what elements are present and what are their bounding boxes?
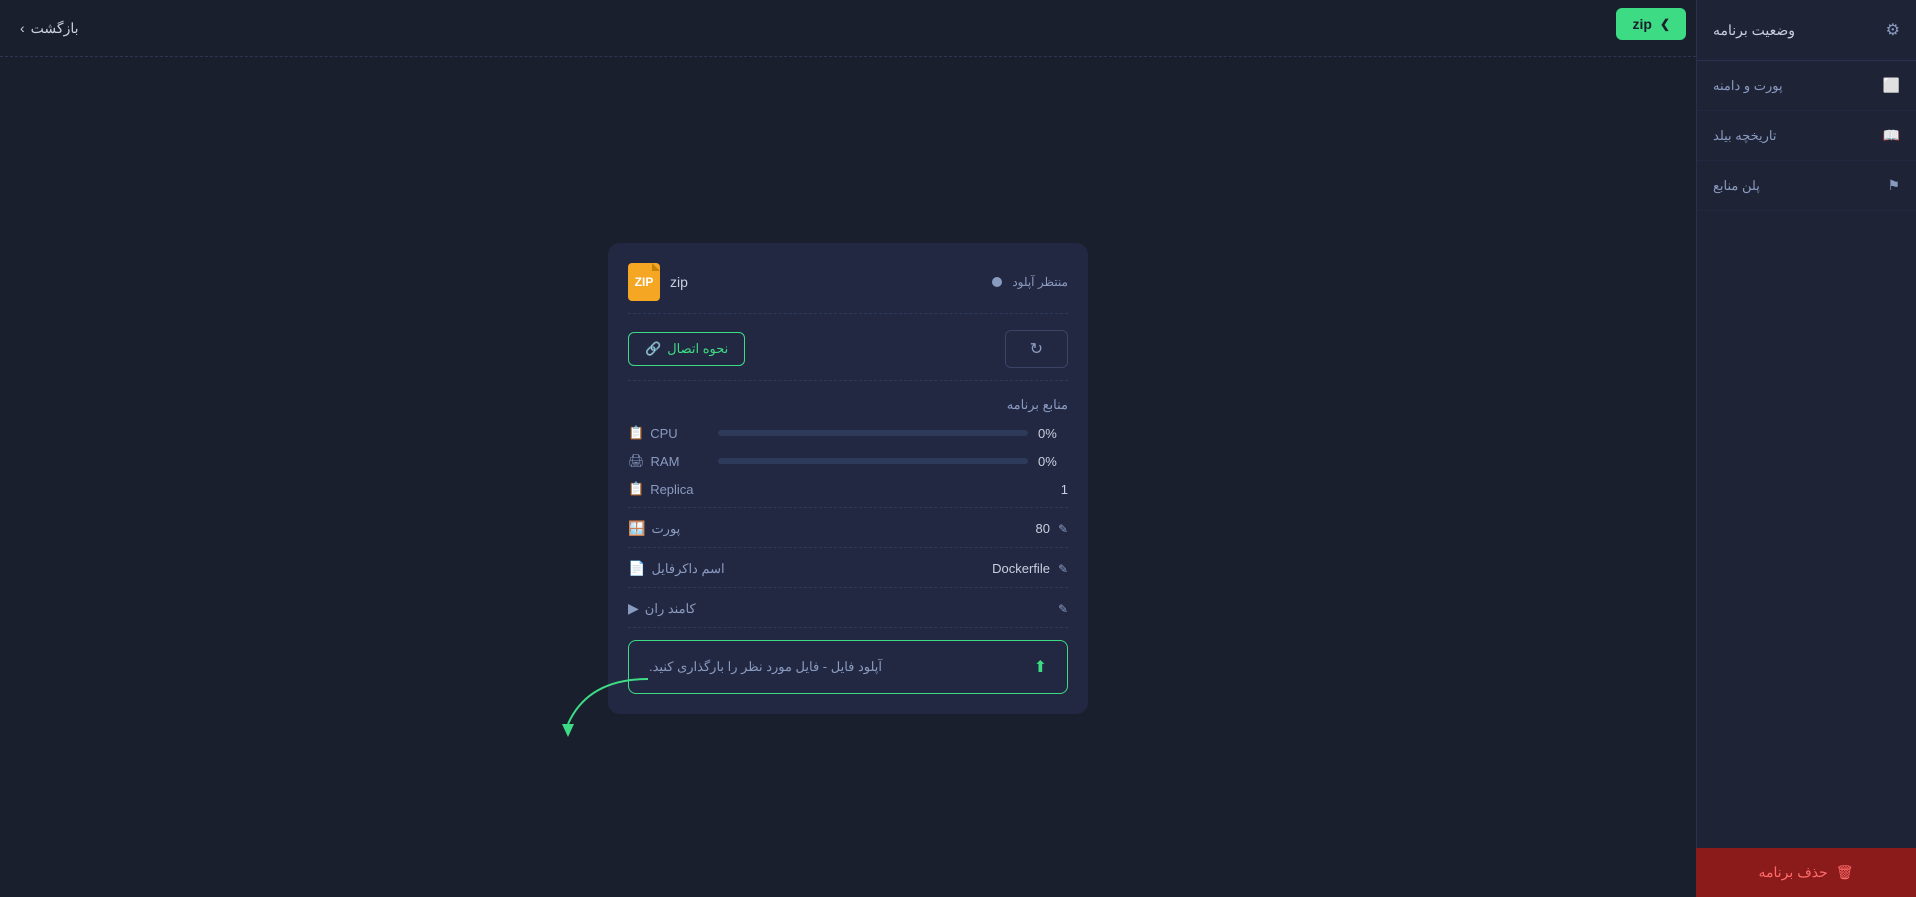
- connect-button[interactable]: نحوه اتصال 🔗: [628, 332, 745, 366]
- top-bar-right: بازگشت ›: [20, 20, 79, 37]
- replica-label-text: Replica: [650, 482, 693, 497]
- run-right: کامند ران ▶: [628, 600, 696, 617]
- card-header-right: منتظر آپلود: [992, 275, 1068, 289]
- port-label-text: پورت: [651, 521, 680, 537]
- zip-file-icon: ZIP: [628, 263, 660, 301]
- sidebar-port-label: پورت و دامنه: [1713, 78, 1783, 94]
- upload-icon: ⬆: [1034, 657, 1047, 677]
- card-header: منتظر آپلود zip ZIP: [628, 263, 1068, 314]
- run-left: ✎: [1050, 602, 1068, 616]
- dockerfile-row: ✎ Dockerfile اسم داکرفایل 📄: [628, 560, 1068, 588]
- dockerfile-label-text: اسم داکرفایل: [651, 561, 724, 577]
- resources-title: منابع برنامه: [628, 397, 1068, 413]
- header-zip: zip ZIP: [628, 263, 688, 301]
- flag-icon: ⚑: [1887, 177, 1900, 194]
- dockerfile-value: Dockerfile: [992, 561, 1050, 576]
- zip-label: zip: [670, 274, 688, 290]
- main-content: منتظر آپلود zip ZIP ↻ نحوه اتصال 🔗: [0, 60, 1696, 897]
- run-icon: ▶: [628, 600, 639, 617]
- port-field-icon: 🪟: [628, 520, 645, 537]
- zip-button-label: zip: [1632, 16, 1651, 32]
- delete-button[interactable]: 🗑 حذف برنامه: [1696, 848, 1916, 897]
- replica-row: 1 Replica 📋: [628, 481, 1068, 508]
- run-row: ✎ کامند ران ▶: [628, 600, 1068, 628]
- replica-icon: 📋: [628, 481, 644, 497]
- status-dot: [992, 277, 1002, 287]
- cpu-label: CPU 📋: [628, 425, 708, 441]
- card-actions: ↻ نحوه اتصال 🔗: [628, 330, 1068, 381]
- delete-label: حذف برنامه: [1759, 864, 1828, 881]
- sidebar-title: وضعیت برنامه: [1713, 22, 1795, 39]
- sidebar-plan-label: پلن منابع: [1713, 178, 1760, 194]
- dockerfile-edit-icon[interactable]: ✎: [1058, 562, 1068, 576]
- cpu-label-text: CPU: [650, 426, 677, 441]
- cpu-progress-bar: [718, 430, 1028, 436]
- run-edit-icon[interactable]: ✎: [1058, 602, 1068, 616]
- sidebar-header: ⚙ وضعیت برنامه: [1697, 0, 1916, 61]
- ram-label-text: RAM: [651, 454, 680, 469]
- dockerfile-right: اسم داکرفایل 📄: [628, 560, 725, 577]
- arrow-svg: [528, 669, 668, 739]
- sidebar-item-plan[interactable]: ⚑ پلن منابع: [1697, 161, 1916, 211]
- sidebar-item-build-history[interactable]: 📖 تاریخچه بیلد: [1697, 111, 1916, 161]
- upload-area[interactable]: ⬆ آپلود فایل - فایل مورد نظر را بارگذاری…: [628, 640, 1068, 694]
- book-icon: 📖: [1883, 127, 1900, 144]
- ram-row: 0% RAM 🖨: [628, 453, 1068, 469]
- cpu-row: 0% CPU 📋: [628, 425, 1068, 441]
- dockerfile-left: ✎ Dockerfile: [992, 561, 1068, 576]
- cpu-icon: 📋: [628, 425, 644, 441]
- cpu-value: 0%: [1038, 426, 1068, 441]
- back-chevron-icon[interactable]: ›: [20, 20, 25, 36]
- sidebar-build-label: تاریخچه بیلد: [1713, 128, 1777, 144]
- ram-progress-bar: [718, 458, 1028, 464]
- upload-text: آپلود فایل - فایل مورد نظر را بارگذاری ک…: [649, 659, 882, 675]
- arrow-indicator: [528, 669, 668, 744]
- port-row: ✎ 80 پورت 🪟: [628, 520, 1068, 548]
- replica-label: Replica 📋: [628, 481, 694, 497]
- ram-value: 0%: [1038, 454, 1068, 469]
- dockerfile-icon: 📄: [628, 560, 645, 577]
- app-card: منتظر آپلود zip ZIP ↻ نحوه اتصال 🔗: [608, 243, 1088, 714]
- zip-button[interactable]: ❯ zip: [1616, 8, 1686, 40]
- ram-label: RAM 🖨: [628, 453, 708, 469]
- connect-button-label: نحوه اتصال: [667, 341, 728, 357]
- back-label: بازگشت: [31, 20, 79, 37]
- port-edit-icon[interactable]: ✎: [1058, 522, 1068, 536]
- replica-value: 1: [1061, 482, 1068, 497]
- sidebar-item-port-domain[interactable]: ⬜ پورت و دامنه: [1697, 61, 1916, 111]
- run-label-text: کامند ران: [645, 601, 696, 617]
- reload-button[interactable]: ↻: [1005, 330, 1068, 368]
- port-value: 80: [1035, 521, 1049, 536]
- port-right: پورت 🪟: [628, 520, 680, 537]
- window-icon: ⬜: [1883, 77, 1900, 94]
- zip-chevron-icon: ❯: [1660, 17, 1670, 31]
- ram-icon: 🖨: [628, 453, 645, 469]
- right-sidebar: ❯ zip ⚙ وضعیت برنامه ⬜ پورت و دامنه 📖 تا…: [1696, 0, 1916, 897]
- link-icon: 🔗: [645, 341, 661, 357]
- waiting-text: منتظر آپلود: [1012, 275, 1068, 289]
- trash-icon: 🗑: [1836, 864, 1854, 881]
- port-left: ✎ 80: [1035, 521, 1068, 536]
- gear-icon[interactable]: ⚙: [1886, 20, 1900, 40]
